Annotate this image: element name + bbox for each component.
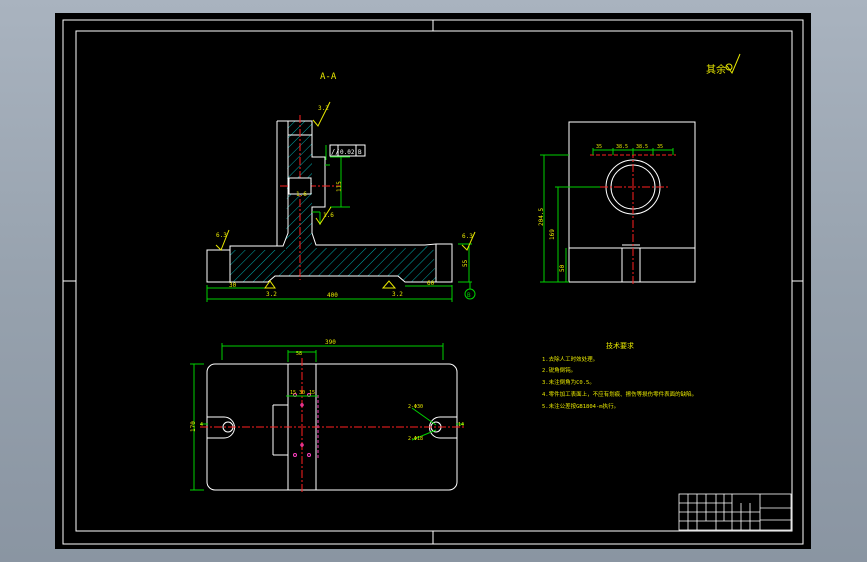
side-dim-base-height: 50 [559,264,566,272]
plan-hole-note-top: 2-Φ30 [408,404,423,410]
section-view: // 0.02 B 3.2 6.3 6.3 1.6 1.6 3.2 3.2 40… [206,101,476,302]
dim-left-step: 30 [229,282,237,289]
tech-requirements-title: 技术要求 [606,341,634,350]
roughness-right-label: 6.3 [462,233,473,240]
plan-dim-center-part: 58 [296,351,302,357]
side-view: 35 38.5 38.5 35 204.5 169 50 [538,121,696,285]
side-dimensions [540,148,674,283]
plan-dim-sub-a: 15 [290,390,296,396]
surface-finish-note-text: 其余 [706,63,726,76]
title-block [678,493,792,531]
tolerance-symbol: // [331,148,339,156]
side-top-dim-3: 38.5 [636,144,648,150]
plan-dim-sub-b: 30 [299,390,305,396]
side-view-outline [568,121,696,283]
plan-dim-sub-c: 15 [309,390,315,396]
roughness-bottom-left-label: 3.2 [266,291,277,298]
side-dim-bore-center: 169 [549,229,556,240]
tech-requirement-item: 4.零件加工表面上，不应有划痕、擦伤等损伤零件表面的缺陷。 [542,390,697,398]
plan-view: 390 170 58 15 30 15 4 14 2-Φ30 2-Φ18 [190,339,464,494]
surface-finish-note: 其余 [706,53,741,76]
tech-requirement-item: 2.锐角倒钝。 [542,366,576,374]
plan-dim-slot-left: 4 [200,422,203,428]
datum-b-label: B [467,292,471,299]
plan-dim-overall-width: 390 [325,339,336,346]
dim-bore-height: 115 [336,181,343,192]
tolerance-datum: B [358,149,362,156]
section-label: A-A [320,72,337,82]
tolerance-frame: // 0.02 B [329,144,366,157]
side-top-dim-1: 35 [596,144,602,150]
side-dim-overall-height: 204.5 [538,208,545,226]
plan-hole-note-bottom: 2-Φ18 [408,436,423,442]
roughness-inner2-label: 1.6 [296,191,307,198]
dim-overall-length: 400 [327,292,338,299]
roughness-bottom-right-label: 3.2 [392,291,403,298]
tolerance-value: 0.02 [340,149,355,156]
plan-dimensions [190,343,464,491]
tech-requirement-item: 3.未注倒角为C0.5。 [542,378,595,386]
side-top-dim-4: 35 [657,144,663,150]
plan-dim-slot-right: 14 [458,422,464,428]
tech-requirement-item: 5.未注公差按GB1804-m执行。 [542,402,619,410]
roughness-top-label: 3.2 [318,105,329,112]
tech-requirement-item: 1.去除人工时效处理。 [542,355,598,363]
cad-drawing: A-A 其余 // 0.02 B 3.2 6.3 6.3 1.6 1.6 3.2… [62,19,804,545]
tech-requirements: 技术要求 1.去除人工时效处理。 2.锐角倒钝。 3.未注倒角为C0.5。 4.… [542,341,697,410]
dim-height-right: 55 [462,259,469,267]
plan-dim-height: 170 [190,421,197,432]
roughness-inner-label: 1.6 [323,212,334,219]
roughness-left-label: 6.3 [216,232,227,239]
side-top-dim-2: 38.5 [616,144,628,150]
dim-right-step: 60 [427,280,435,287]
datum-b-marker: B [464,282,476,300]
